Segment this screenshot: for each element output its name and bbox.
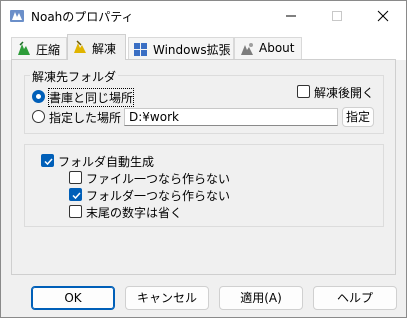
tab-compress-label: 圧縮 <box>36 43 61 57</box>
same-place-label: 書庫と同じ場所 <box>47 88 135 107</box>
close-icon <box>377 10 389 22</box>
tab-windows-ext-label: Windows拡張 <box>153 43 231 57</box>
extract-icon <box>72 39 88 55</box>
compress-icon <box>16 41 32 57</box>
skip-single-file-checkbox[interactable] <box>69 171 82 184</box>
skip-single-folder-checkbox[interactable] <box>69 188 82 201</box>
specified-place-radio[interactable] <box>32 110 45 123</box>
noah-app-icon <box>9 8 25 24</box>
check-icon <box>72 192 81 200</box>
extract-folder-legend: 解凍先フォルダ <box>30 68 119 85</box>
apply-button[interactable]: 適用(A) <box>219 286 303 310</box>
window-title: Noahのプロパティ <box>31 10 134 24</box>
omit-trailing-digits-checkbox[interactable] <box>69 205 82 218</box>
specify-button[interactable]: 指定 <box>342 107 374 127</box>
extract-path-value: D:¥work <box>129 110 179 124</box>
close-button[interactable] <box>360 1 406 31</box>
tab-windows-ext[interactable]: Windows拡張 <box>128 37 234 59</box>
specified-place-label: 指定した場所 <box>49 111 122 125</box>
open-after-checkbox[interactable] <box>297 85 310 98</box>
tab-compress[interactable]: 圧縮 <box>11 37 67 59</box>
cancel-button[interactable]: キャンセル <box>125 286 209 310</box>
omit-trailing-digits-label: 末尾の数字は省く <box>86 206 183 220</box>
tab-about-label: About <box>259 41 295 55</box>
maximize-icon <box>332 11 342 21</box>
minimize-button[interactable] <box>268 1 314 31</box>
ok-button[interactable]: OK <box>31 286 115 310</box>
auto-folder-checkbox[interactable] <box>41 154 54 167</box>
same-place-radio[interactable] <box>32 90 45 103</box>
auto-folder-label: フォルダ自動生成 <box>58 155 155 169</box>
maximize-button[interactable] <box>314 1 360 31</box>
tab-about[interactable]: About <box>234 37 302 59</box>
check-icon <box>44 158 53 166</box>
extract-path-input[interactable]: D:¥work <box>124 108 338 126</box>
title-bar[interactable]: Noahのプロパティ <box>1 1 406 31</box>
tab-extract-label: 解凍 <box>92 42 117 56</box>
windows-ext-icon <box>133 41 149 57</box>
tab-extract[interactable]: 解凍 <box>67 34 126 60</box>
skip-single-folder-label: フォルダ一つなら作らない <box>86 189 231 203</box>
about-icon <box>239 41 255 57</box>
open-after-label: 解凍後開く <box>314 86 375 100</box>
skip-single-file-label: ファイル一つなら作らない <box>86 172 231 186</box>
properties-dialog: Noahのプロパティ 圧縮 解凍 Windows拡張 About 解凍先フォルダ… <box>0 0 407 318</box>
minimize-icon <box>286 15 296 17</box>
help-button[interactable]: ヘルプ <box>313 286 397 310</box>
